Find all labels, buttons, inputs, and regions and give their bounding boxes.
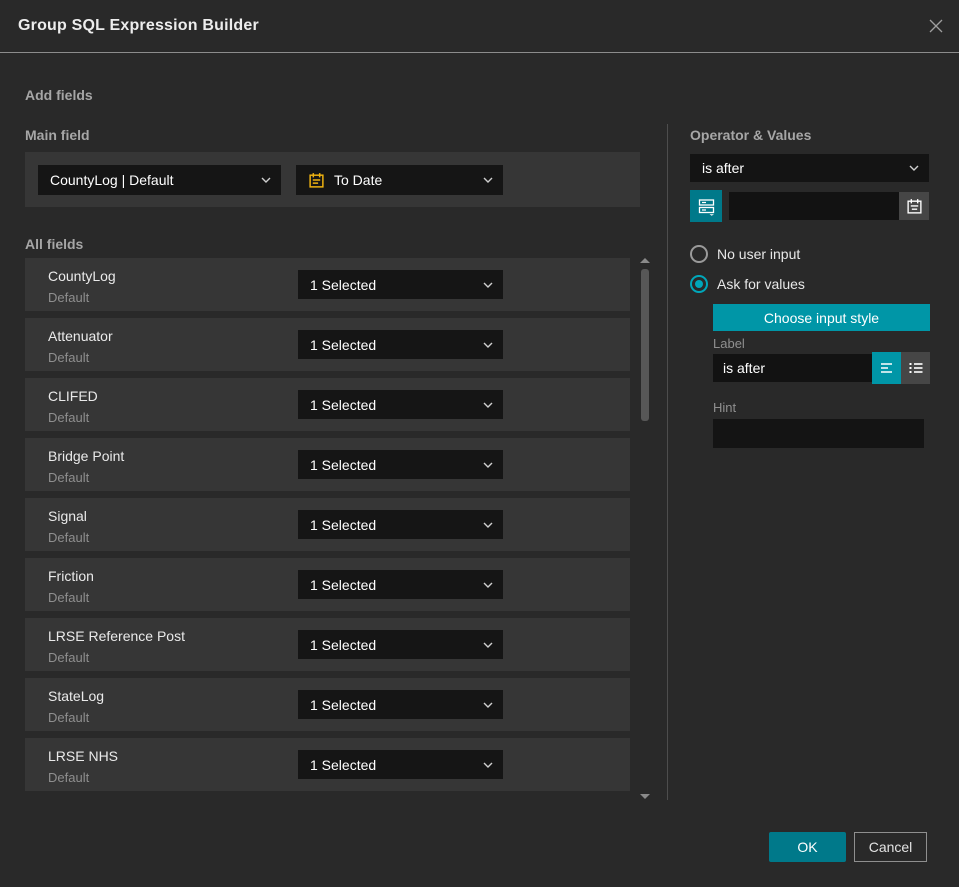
field-selection-dropdown[interactable]: 1 Selected [298, 330, 503, 359]
field-row: Attenuator Default 1 Selected [25, 318, 630, 371]
field-name: CLIFED [48, 388, 98, 404]
field-row: CountyLog Default 1 Selected [25, 258, 630, 311]
field-subtitle: Default [48, 650, 90, 665]
fields-list-scrollbar[interactable] [641, 269, 649, 421]
chevron-down-icon [483, 402, 493, 408]
field-selection-value: 1 Selected [310, 396, 377, 413]
field-selection-value: 1 Selected [310, 696, 377, 713]
scrollbar-up-icon[interactable] [640, 258, 650, 263]
field-row: Signal Default 1 Selected [25, 498, 630, 551]
radio-icon [690, 245, 708, 263]
chevron-down-icon [483, 462, 493, 468]
operator-select[interactable]: is after [690, 154, 929, 182]
operator-select-value: is after [702, 160, 745, 176]
field-selection-dropdown[interactable]: 1 Selected [298, 510, 503, 539]
field-subtitle: Default [48, 350, 90, 365]
field-name: LRSE NHS [48, 748, 119, 764]
chevron-down-icon [483, 342, 493, 348]
chevron-down-icon [909, 165, 919, 171]
radio-no-user-input[interactable]: No user input [690, 245, 800, 263]
calendar-picker-icon[interactable] [899, 192, 929, 220]
field-selection-dropdown[interactable]: 1 Selected [298, 750, 503, 779]
field-selection-value: 1 Selected [310, 336, 377, 353]
field-subtitle: Default [48, 470, 90, 485]
field-selection-dropdown[interactable]: 1 Selected [298, 630, 503, 659]
label-field-label: Label [713, 336, 745, 351]
dialog-titlebar: Group SQL Expression Builder [0, 0, 959, 53]
chevron-down-icon [261, 177, 271, 183]
field-name: Attenuator [48, 328, 113, 344]
field-row: CLIFED Default 1 Selected [25, 378, 630, 431]
field-subtitle: Default [48, 410, 90, 425]
field-name: Signal [48, 508, 87, 524]
field-selection-value: 1 Selected [310, 756, 377, 773]
field-subtitle: Default [48, 770, 90, 785]
all-fields-list: CountyLog Default 1 Selected Attenuator Defa… [25, 258, 630, 791]
main-field-panel: CountyLog | Default To Date [25, 152, 640, 207]
field-name: StateLog [48, 688, 105, 704]
operator-values-heading: Operator & Values [690, 127, 812, 143]
cancel-button[interactable]: Cancel [854, 832, 927, 862]
field-row: StateLog Default 1 Selected [25, 678, 630, 731]
field-selection-value: 1 Selected [310, 276, 377, 293]
chevron-down-icon [483, 642, 493, 648]
field-name: CountyLog [48, 268, 116, 284]
chevron-down-icon [483, 762, 493, 768]
radio-selected-icon [690, 275, 708, 293]
field-row: LRSE Reference Post Default 1 Selected [25, 618, 630, 671]
radio-ask-for-values[interactable]: Ask for values [690, 275, 805, 293]
field-selection-value: 1 Selected [310, 636, 377, 653]
main-field-select-value: CountyLog | Default [50, 172, 174, 188]
chevron-down-icon [483, 582, 493, 588]
stacked-values-icon[interactable] [690, 190, 722, 222]
chevron-down-icon [483, 177, 493, 183]
field-name: LRSE Reference Post [48, 628, 185, 644]
hint-field-label: Hint [713, 400, 737, 415]
field-name: Friction [48, 568, 94, 584]
chevron-down-icon [483, 702, 493, 708]
value-input[interactable] [729, 192, 899, 220]
field-selection-dropdown[interactable]: 1 Selected [298, 690, 503, 719]
main-field-select[interactable]: CountyLog | Default [38, 165, 281, 195]
field-selection-dropdown[interactable]: 1 Selected [298, 450, 503, 479]
main-field-heading: Main field [25, 127, 90, 143]
all-fields-heading: All fields [25, 236, 84, 252]
field-subtitle: Default [48, 290, 90, 305]
hint-input[interactable] [713, 419, 924, 448]
field-subtitle: Default [48, 590, 90, 605]
field-selection-dropdown[interactable]: 1 Selected [298, 390, 503, 419]
field-selection-value: 1 Selected [310, 576, 377, 593]
dialog-title: Group SQL Expression Builder [18, 17, 259, 34]
label-input[interactable] [713, 354, 872, 382]
panel-divider [667, 124, 668, 800]
date-type-select-value: To Date [334, 172, 383, 188]
add-fields-heading: Add fields [25, 87, 93, 103]
bullet-list-icon[interactable] [901, 352, 930, 384]
radio-ask-for-values-label: Ask for values [717, 276, 805, 292]
field-selection-value: 1 Selected [310, 516, 377, 533]
field-subtitle: Default [48, 710, 90, 725]
ok-button[interactable]: OK [769, 832, 846, 862]
field-row: Bridge Point Default 1 Selected [25, 438, 630, 491]
align-left-icon[interactable] [872, 352, 901, 384]
scrollbar-down-icon[interactable] [640, 794, 650, 799]
field-name: Bridge Point [48, 448, 125, 464]
radio-no-user-input-label: No user input [717, 246, 801, 262]
field-row: LRSE NHS Default 1 Selected [25, 738, 630, 791]
field-selection-value: 1 Selected [310, 456, 377, 473]
field-selection-dropdown[interactable]: 1 Selected [298, 570, 503, 599]
field-row: Friction Default 1 Selected [25, 558, 630, 611]
close-icon[interactable] [925, 15, 947, 37]
group-sql-expression-builder-dialog: Group SQL Expression Builder Add fields … [0, 0, 959, 887]
chevron-down-icon [483, 522, 493, 528]
calendar-icon [308, 172, 325, 189]
date-type-select[interactable]: To Date [296, 165, 503, 195]
field-subtitle: Default [48, 530, 90, 545]
choose-input-style-button[interactable]: Choose input style [713, 304, 930, 331]
chevron-down-icon [483, 282, 493, 288]
field-selection-dropdown[interactable]: 1 Selected [298, 270, 503, 299]
